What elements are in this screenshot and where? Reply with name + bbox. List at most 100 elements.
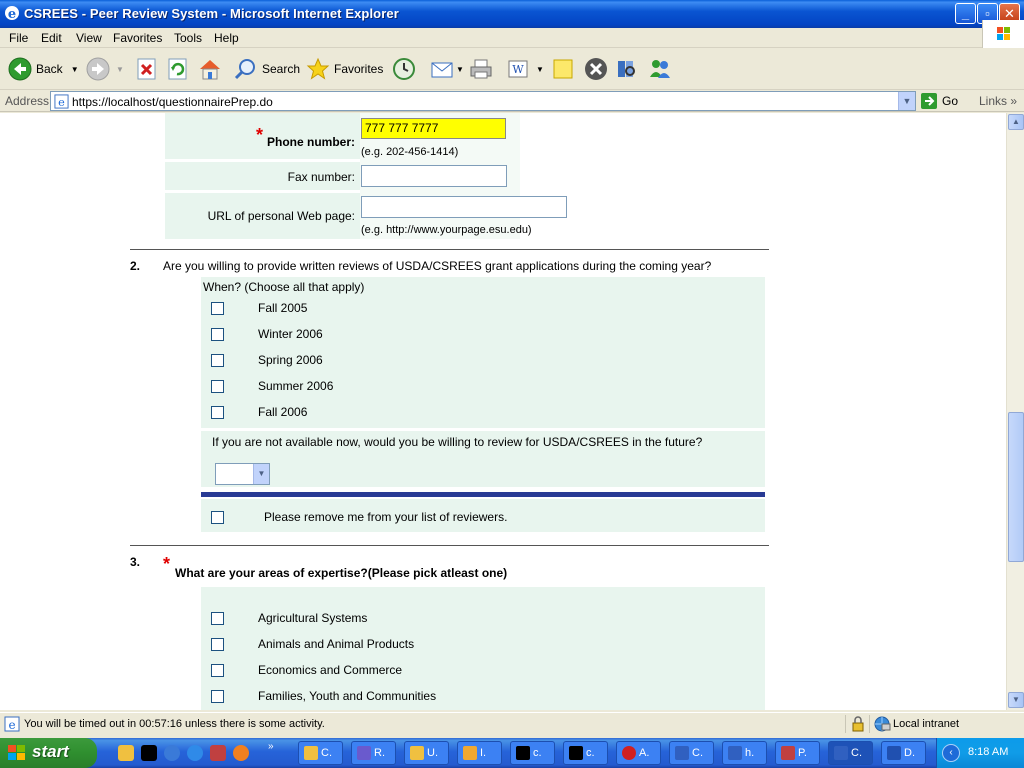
status-separator: [869, 715, 870, 733]
back-button[interactable]: Back ▼: [8, 56, 79, 82]
svg-text:W: W: [512, 63, 524, 76]
svg-text:e: e: [8, 718, 15, 732]
task-button[interactable]: C.: [298, 741, 343, 765]
checkbox-fall-2005[interactable]: [211, 302, 224, 315]
vertical-scrollbar[interactable]: ▲ ▼: [1006, 113, 1024, 710]
window-title: CSREES - Peer Review System - Microsoft …: [24, 6, 399, 21]
scroll-up-icon[interactable]: ▲: [1008, 114, 1024, 130]
address-label: Address: [5, 94, 50, 108]
task-button[interactable]: c.: [510, 741, 555, 765]
future-select[interactable]: ▼: [215, 463, 270, 485]
quicklaunch-firefox-icon[interactable]: [233, 745, 249, 761]
back-arrow-icon: [8, 57, 32, 81]
checkbox-summer-2006[interactable]: [211, 380, 224, 393]
task-button[interactable]: R.: [351, 741, 396, 765]
note-icon: [553, 59, 573, 79]
phone-input[interactable]: 777 777 7777: [361, 118, 506, 139]
stop-button[interactable]: [136, 56, 158, 82]
word-icon: W: [508, 60, 528, 78]
url-label: URL of personal Web page:: [207, 209, 355, 223]
quicklaunch-more-icon[interactable]: »: [268, 741, 274, 752]
go-button[interactable]: Go: [920, 92, 958, 110]
section-separator: [201, 492, 765, 497]
clock[interactable]: 8:18 AM: [968, 746, 1008, 758]
menu-tools[interactable]: Tools: [174, 31, 202, 45]
scroll-down-icon[interactable]: ▼: [1008, 692, 1024, 708]
research-icon: [618, 61, 635, 77]
task-button-active[interactable]: C.: [828, 741, 873, 765]
research-button[interactable]: [614, 56, 638, 82]
search-button[interactable]: Search: [234, 56, 300, 82]
notes-button[interactable]: [551, 56, 575, 82]
task-button[interactable]: c.: [563, 741, 608, 765]
quicklaunch-cmd-icon[interactable]: [141, 745, 157, 761]
option-label: Winter 2006: [258, 327, 323, 341]
quicklaunch-app-icon[interactable]: [210, 745, 226, 761]
home-button[interactable]: [197, 56, 223, 82]
task-button[interactable]: h.: [722, 741, 767, 765]
checkbox-agricultural-systems[interactable]: [211, 612, 224, 625]
mail-button[interactable]: ▼: [430, 56, 464, 82]
checkbox-remove-reviewer[interactable]: [211, 511, 224, 524]
history-button[interactable]: [392, 56, 416, 82]
page-status-icon: e: [4, 716, 20, 732]
links-toolbar[interactable]: Links »: [979, 94, 1017, 108]
checkbox-winter-2006[interactable]: [211, 328, 224, 341]
task-button[interactable]: I.: [457, 741, 502, 765]
print-button[interactable]: [468, 56, 494, 82]
menu-help[interactable]: Help: [214, 31, 239, 45]
title-bar[interactable]: e CSREES - Peer Review System - Microsof…: [0, 0, 1024, 28]
start-button[interactable]: start: [0, 738, 97, 768]
address-input[interactable]: e https://localhost/questionnairePrep.do…: [50, 91, 916, 111]
favorites-button[interactable]: Favorites: [306, 56, 383, 82]
history-icon: [393, 58, 415, 80]
question-3-text: What are your areas of expertise?(Please…: [175, 566, 508, 580]
fax-input[interactable]: [361, 165, 507, 187]
remove-label: Please remove me from your list of revie…: [264, 510, 508, 524]
messenger-button[interactable]: [647, 56, 673, 82]
checkbox-economics[interactable]: [211, 664, 224, 677]
divider: [130, 249, 769, 250]
menu-favorites[interactable]: Favorites: [113, 31, 162, 45]
ie-icon: e: [5, 6, 19, 21]
task-button[interactable]: P.: [775, 741, 820, 765]
quicklaunch-network-icon[interactable]: [164, 745, 180, 761]
checkbox-spring-2006[interactable]: [211, 354, 224, 367]
address-dropdown-icon[interactable]: ▼: [898, 92, 915, 110]
menu-edit[interactable]: Edit: [41, 31, 62, 45]
checkbox-families[interactable]: [211, 690, 224, 703]
page-content: * Phone number: 777 777 7777 (e.g. 202-4…: [0, 113, 1006, 710]
checkbox-fall-2006[interactable]: [211, 406, 224, 419]
status-bar: e You will be timed out in 00:57:16 unle…: [0, 712, 1024, 734]
minimize-button[interactable]: _: [955, 3, 976, 24]
menu-view[interactable]: View: [76, 31, 102, 45]
taskbar: start » C. R. U. I. c. c. A. C. h. P. C.…: [0, 738, 1024, 768]
task-button[interactable]: C.: [669, 741, 714, 765]
divider: [130, 545, 769, 546]
task-button[interactable]: U.: [404, 741, 449, 765]
forward-button[interactable]: ▼: [86, 56, 124, 82]
checkbox-animals[interactable]: [211, 638, 224, 651]
toolbar: Back ▼ ▼ Search Favorites ▼ W ▼: [0, 48, 1024, 90]
windows-logo-icon: [982, 20, 1024, 48]
task-button[interactable]: A.: [616, 741, 661, 765]
quicklaunch-ie-icon[interactable]: [187, 745, 203, 761]
url-input[interactable]: [361, 196, 567, 218]
svg-text:e: e: [58, 96, 65, 109]
option-label: Fall 2005: [258, 301, 308, 315]
menu-file[interactable]: File: [9, 31, 28, 45]
scroll-thumb[interactable]: [1008, 412, 1024, 562]
tray-expand-icon[interactable]: ‹: [942, 744, 960, 762]
address-bar: Address e https://localhost/questionnair…: [0, 90, 1024, 112]
block-button[interactable]: [584, 56, 608, 82]
question-2-text: Are you willing to provide written revie…: [163, 259, 712, 273]
refresh-button[interactable]: [167, 56, 189, 82]
edit-button[interactable]: W ▼: [506, 56, 544, 82]
url-hint: (e.g. http://www.yourpage.esu.edu): [361, 224, 532, 236]
task-button[interactable]: D.: [881, 741, 926, 765]
option-label: Agricultural Systems: [258, 611, 368, 625]
forward-arrow-icon: [86, 57, 110, 81]
star-icon: [306, 57, 330, 80]
quicklaunch-clock-icon[interactable]: [118, 745, 134, 761]
question-2-number: 2.: [130, 259, 141, 273]
